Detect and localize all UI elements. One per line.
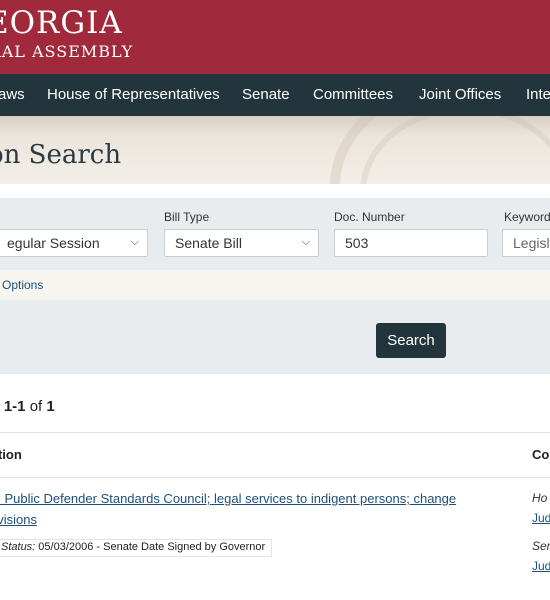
page-banner: on Search xyxy=(0,116,550,184)
session-select-value: egular Session xyxy=(7,235,100,251)
results-count: ts 1-1 of 1 xyxy=(0,398,55,415)
doc-number-input[interactable]: 503 xyxy=(334,229,488,257)
main-nav: aws House of Representatives Senate Comm… xyxy=(0,74,550,116)
search-actions: Search xyxy=(0,300,550,374)
doc-number-label: Doc. Number xyxy=(334,210,405,224)
nav-item-house[interactable]: House of Representatives xyxy=(47,86,220,103)
options-bar: Options xyxy=(0,270,550,301)
nav-item-senate[interactable]: Senate xyxy=(242,86,290,103)
senate-committee-label: Ser xyxy=(532,539,550,553)
results-of: of xyxy=(25,398,47,415)
search-options-link[interactable]: Options xyxy=(2,278,43,292)
nav-item-committees[interactable]: Committees xyxy=(313,86,393,103)
nav-item-more[interactable]: Inte xyxy=(526,86,550,103)
house-committee-link[interactable]: Jud xyxy=(532,511,550,525)
site-header: EORGIA ERAL ASSEMBLY xyxy=(0,0,550,74)
senate-committee-link[interactable]: Jud xyxy=(532,559,550,573)
results-total: 1 xyxy=(46,398,55,415)
status-badge: Status: 05/03/2006 - Senate Date Signed … xyxy=(0,539,273,557)
logo-title[interactable]: EORGIA xyxy=(0,5,123,41)
keyword-input[interactable]: Legisla xyxy=(502,229,550,257)
bill-type-select[interactable]: Senate Bill ⌵ xyxy=(164,229,319,257)
chevron-down-icon: ⌵ xyxy=(130,236,139,248)
search-button[interactable]: Search xyxy=(376,323,446,358)
chevron-down-icon: ⌵ xyxy=(301,236,310,248)
bill-type-select-value: Senate Bill xyxy=(175,235,242,251)
status-label: Status: xyxy=(1,541,36,553)
keyword-label: Keyword xyxy=(504,210,550,224)
nav-item-laws[interactable]: aws xyxy=(0,86,25,103)
nav-item-joint-offices[interactable]: Joint Offices xyxy=(419,86,501,103)
house-committee-label: Ho xyxy=(532,491,548,505)
status-text: 05/03/2006 - Senate Date Signed by Gover… xyxy=(35,541,266,553)
bill-caption-link[interactable]: a. Public Defender Standards Council; le… xyxy=(0,488,490,509)
search-form: egular Session ⌵ Bill Type Senate Bill ⌵… xyxy=(0,198,550,270)
session-select[interactable]: egular Session ⌵ xyxy=(0,229,148,257)
results-range: 1-1 xyxy=(3,398,26,415)
page-title: on Search xyxy=(0,140,122,170)
results-table-header: ption Co xyxy=(0,432,550,478)
bill-caption-link-continued[interactable]: ovisions xyxy=(0,509,490,530)
committee-column-header: Co xyxy=(532,447,550,462)
logo-subtitle[interactable]: ERAL ASSEMBLY xyxy=(0,42,133,61)
caption-column-header: ption xyxy=(0,447,22,462)
bill-type-label: Bill Type xyxy=(164,210,210,224)
